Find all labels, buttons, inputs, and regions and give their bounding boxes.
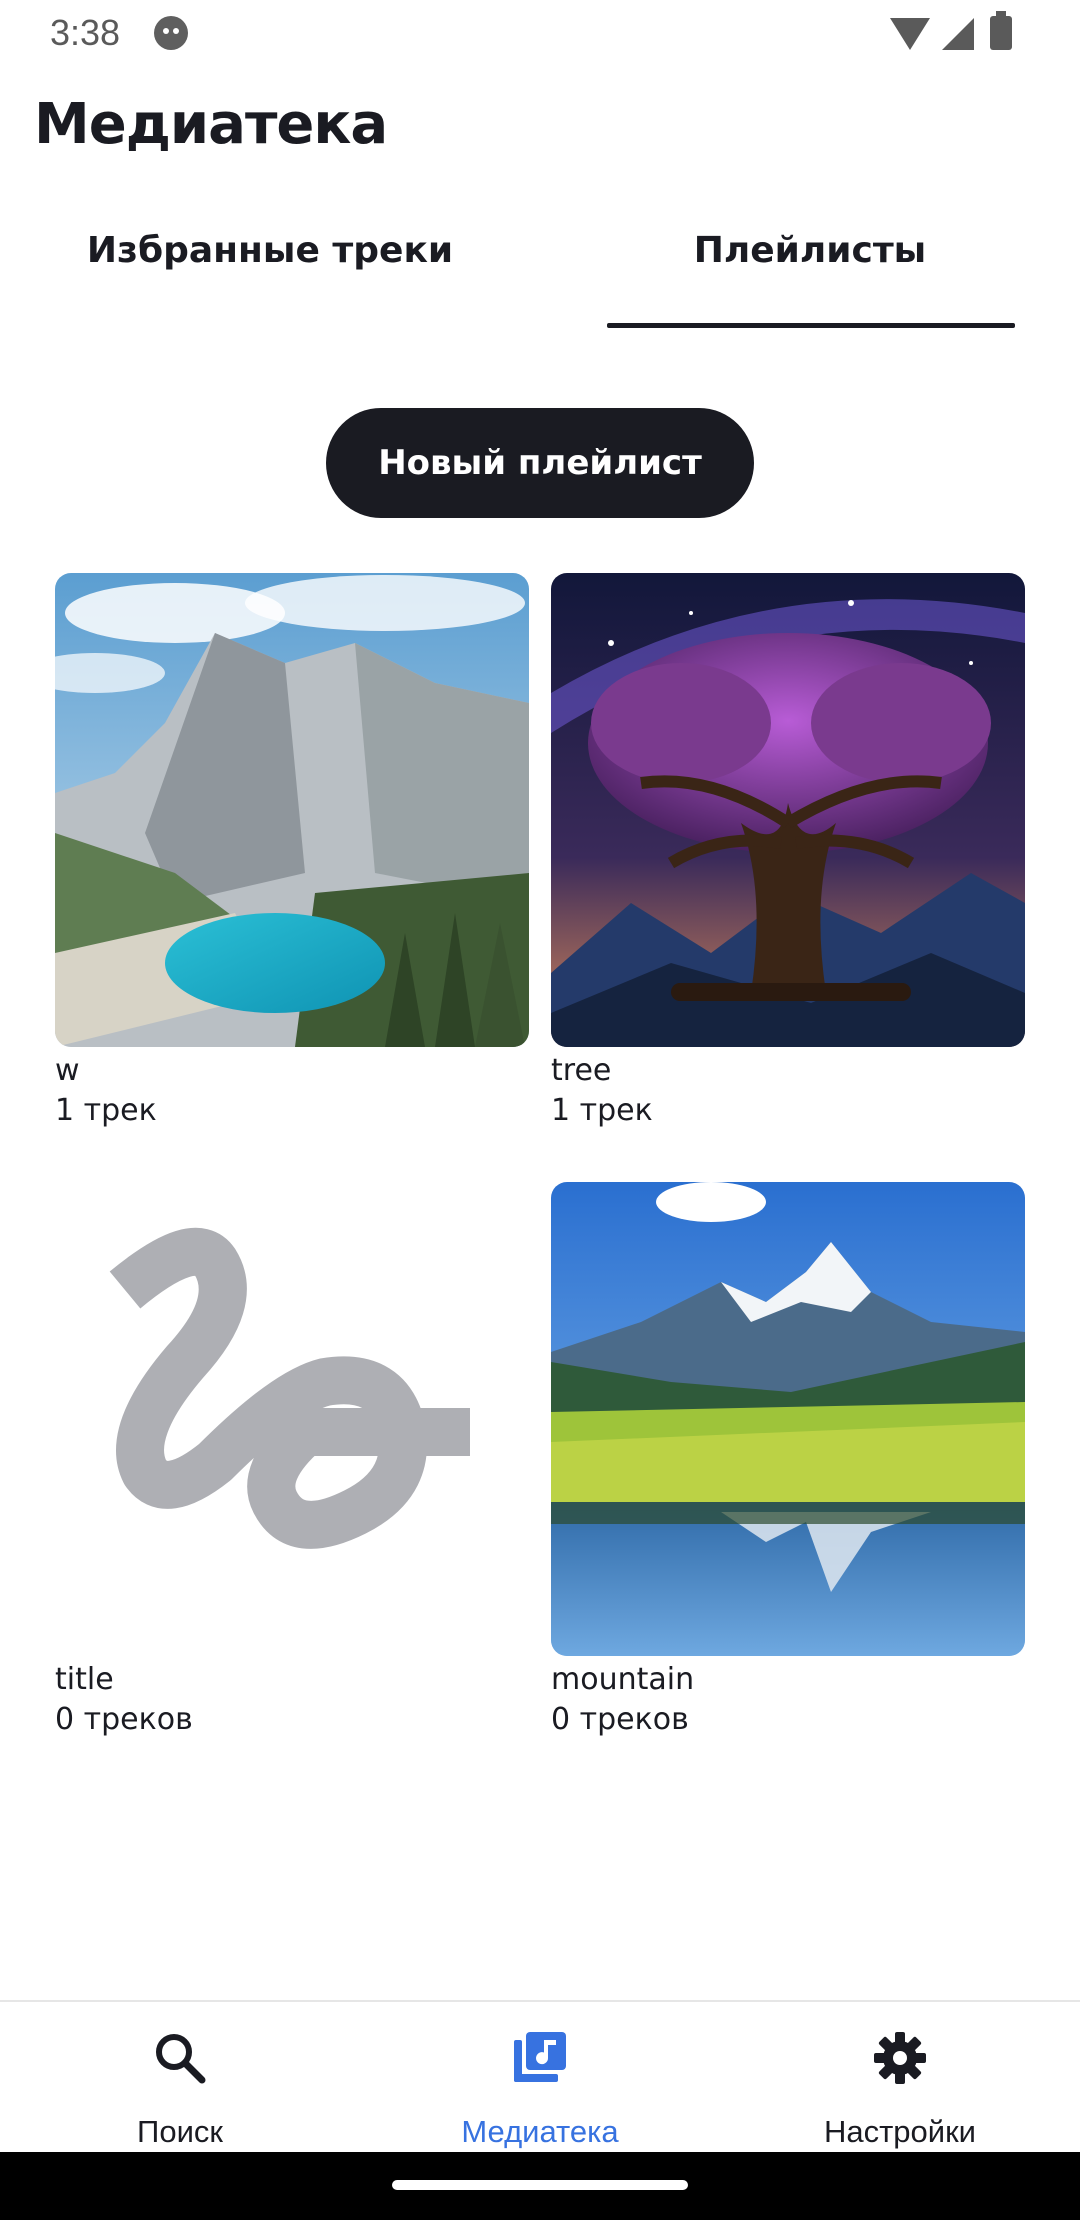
playlist-cover-image	[55, 573, 529, 1047]
playlist-track-count: 1 трек	[551, 1093, 653, 1128]
media-library-icon	[512, 2030, 568, 2086]
playlist-track-count: 1 трек	[55, 1093, 157, 1128]
playlist-cover-image	[551, 1182, 1025, 1656]
tab-bar: Избранные треки Плейлисты	[0, 230, 1080, 330]
playlist-name: mountain	[551, 1662, 695, 1697]
playlist-card[interactable]: title 0 треков	[55, 1182, 529, 1737]
playlist-name: w	[55, 1053, 80, 1088]
status-bar: 3:38	[0, 0, 1080, 66]
playlist-track-count: 0 треков	[55, 1702, 193, 1737]
home-gesture-handle[interactable]	[392, 2180, 688, 2190]
app-notification-icon	[154, 16, 188, 50]
wifi-icon	[890, 18, 930, 50]
nav-label: Медиатека	[461, 2114, 619, 2149]
status-icons	[890, 11, 1030, 52]
playlist-card[interactable]: w 1 трек	[55, 573, 529, 1128]
cell-signal-icon	[942, 18, 974, 50]
page-title: Медиатека	[34, 92, 388, 157]
playlist-track-count: 0 треков	[551, 1702, 689, 1737]
new-playlist-button[interactable]: Новый плейлист	[326, 408, 754, 518]
status-time: 3:38	[50, 12, 121, 53]
nav-label: Настройки	[823, 2114, 976, 2149]
placeholder-squiggle-icon	[55, 1182, 529, 1656]
playlist-cover-image	[551, 573, 1025, 1047]
tab-favorite-tracks[interactable]: Избранные треки	[40, 230, 500, 330]
playlist-name: tree	[551, 1053, 612, 1088]
nav-item-search[interactable]: Поиск	[0, 2002, 360, 2152]
battery-icon	[990, 11, 1012, 50]
playlist-card[interactable]: tree 1 трек	[551, 573, 1025, 1128]
tab-label: Избранные треки	[86, 230, 454, 271]
search-icon	[152, 2030, 208, 2086]
tab-selected-indicator	[607, 323, 1015, 328]
playlist-name: title	[55, 1662, 114, 1697]
gear-icon	[872, 2030, 928, 2086]
nav-item-media-library[interactable]: Медиатека	[360, 2002, 720, 2152]
nav-label: Поиск	[137, 2114, 223, 2149]
tab-playlists[interactable]: Плейлисты	[580, 230, 1040, 330]
playlist-card[interactable]: mountain 0 треков	[551, 1182, 1025, 1737]
system-gesture-bar	[0, 2152, 1080, 2220]
nav-item-settings[interactable]: Настройки	[720, 2002, 1080, 2152]
tab-label: Плейлисты	[693, 230, 927, 271]
bottom-navigation: Поиск Медиатека Настройки	[0, 2000, 1080, 2152]
